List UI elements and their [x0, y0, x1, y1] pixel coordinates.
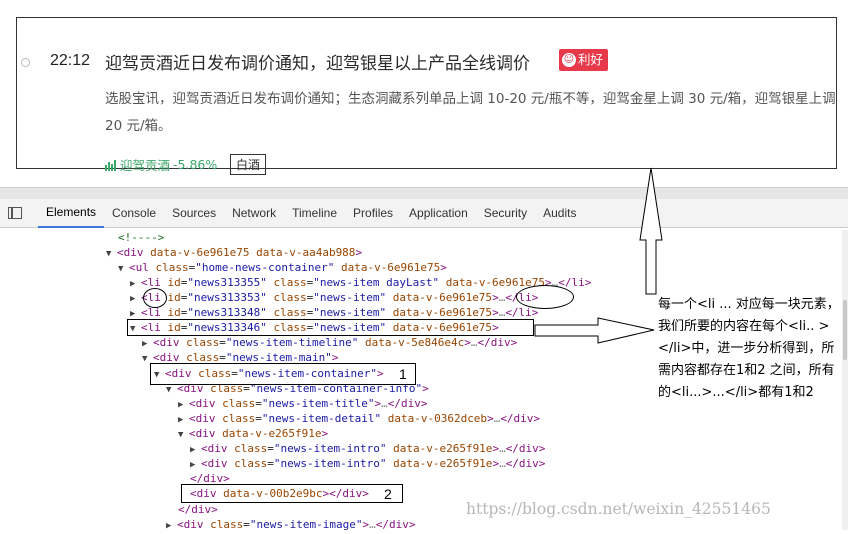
annotation-note: 每一个<li ... 对应每一块元素，我们所要的内容在每个<li.. ></li…: [658, 297, 840, 400]
vertical-scrollbar[interactable]: [842, 230, 848, 530]
annotation-arrows: [534, 167, 663, 344]
watermark: https://blog.csdn.net/weixin_42551465: [466, 500, 771, 518]
scrollbar-thumb[interactable]: [843, 300, 847, 360]
up-arrow: [639, 167, 663, 295]
right-arrow: [534, 317, 655, 344]
